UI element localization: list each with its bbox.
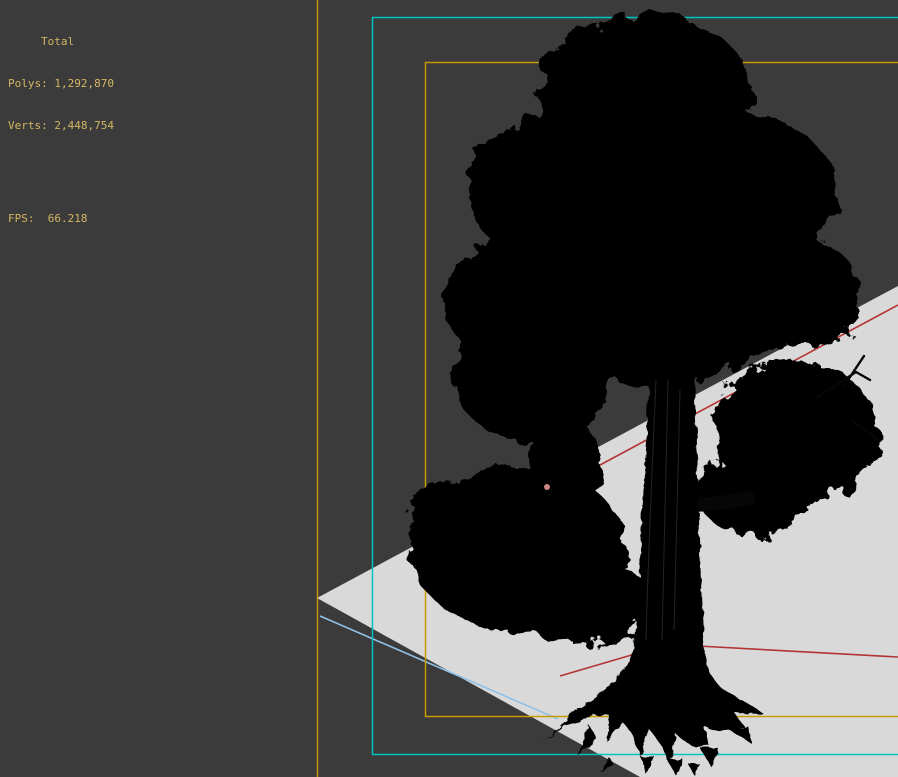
stats-total-label: Total xyxy=(41,35,75,48)
vertex-highlight-dot xyxy=(544,484,550,490)
stats-verts: Verts: 2,448,754 xyxy=(8,119,114,132)
scene-svg xyxy=(0,0,898,777)
viewport-statistics: Total Polys: 1,292,870 Verts: 2,448,754 … xyxy=(8,7,114,254)
tree-branch xyxy=(683,491,755,512)
stats-fps: FPS: 66.218 xyxy=(8,212,88,225)
stats-polys: Polys: 1,292,870 xyxy=(8,77,114,90)
stats-spacer xyxy=(8,161,114,184)
viewport[interactable]: Total Polys: 1,292,870 Verts: 2,448,754 … xyxy=(0,0,898,777)
